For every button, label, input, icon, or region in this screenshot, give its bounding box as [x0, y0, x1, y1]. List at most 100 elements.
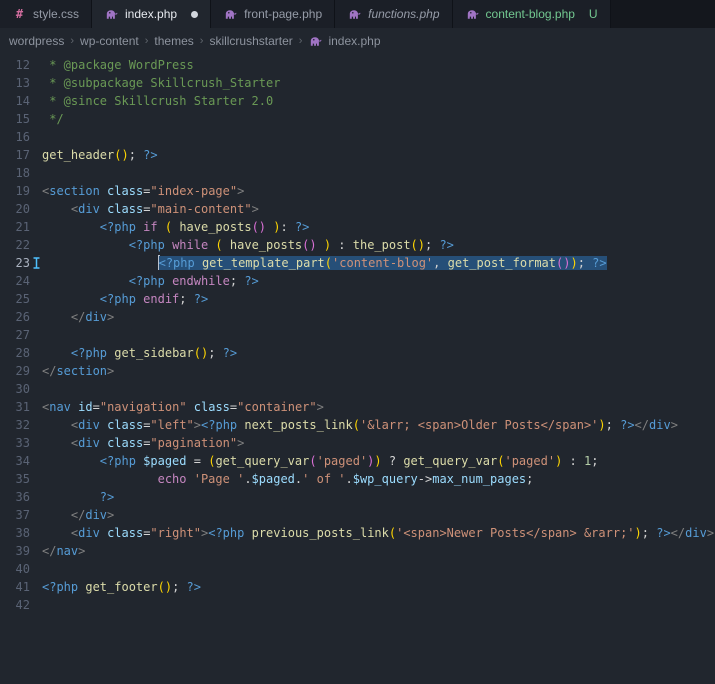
line-number[interactable]: 25 [0, 290, 30, 308]
code-token: "index-page" [150, 184, 238, 198]
line-number[interactable]: 15 [0, 110, 30, 128]
line-number[interactable]: 28 [0, 344, 30, 362]
code-token: ( [215, 238, 223, 252]
code-text: <nav id="navigation" class="container"> [42, 398, 715, 416]
code-token: ) [598, 418, 606, 432]
code-line[interactable]: 22 <?php while ( have_posts() ) : the_po… [0, 236, 715, 254]
line-number[interactable]: 21 [0, 218, 30, 236]
code-line[interactable]: 20 <div class="main-content"> [0, 200, 715, 218]
line-number[interactable]: 29 [0, 362, 30, 380]
code-line[interactable]: 13 * @subpackage Skillcrush_Starter [0, 74, 715, 92]
code-token: > [107, 310, 115, 324]
tab-front-page.php[interactable]: front-page.php [211, 0, 336, 28]
tab-style.css[interactable]: # style.css [0, 0, 93, 28]
selected-text: <?php get_template_part('content-blog', … [158, 256, 607, 270]
code-line[interactable]: 29 </section> [0, 362, 715, 380]
code-line[interactable]: 23 <?php get_template_part('content-blog… [0, 254, 715, 272]
line-number[interactable]: 27 [0, 326, 30, 344]
line-number[interactable]: 32 [0, 416, 30, 434]
code-line[interactable]: 41 <?php get_footer(); ?> [0, 578, 715, 596]
line-number[interactable]: 35 [0, 470, 30, 488]
line-number[interactable]: 12 [0, 56, 30, 74]
gutter [30, 308, 42, 326]
code-line[interactable]: 39 </nav> [0, 542, 715, 560]
code-line[interactable]: 14 * @since Skillcrush Starter 2.0 [0, 92, 715, 110]
code-line[interactable]: 37 </div> [0, 506, 715, 524]
line-number[interactable]: 13 [0, 74, 30, 92]
code-line[interactable]: 15 */ [0, 110, 715, 128]
breadcrumb-item-wp-content[interactable]: wp-content [80, 34, 139, 48]
code-line[interactable]: 40 [0, 560, 715, 578]
line-number[interactable]: 38 [0, 524, 30, 542]
breadcrumb-item-themes[interactable]: themes [154, 34, 193, 48]
line-number[interactable]: 18 [0, 164, 30, 182]
code-line[interactable]: 34 <?php $paged = (get_query_var('paged'… [0, 452, 715, 470]
line-number[interactable]: 40 [0, 560, 30, 578]
code-token: > [316, 400, 324, 414]
tab-content-blog.php[interactable]: content-blog.php U [452, 0, 611, 28]
code-token: = [92, 400, 100, 414]
code-text: <?php endwhile; ?> [42, 272, 715, 290]
code-line[interactable]: 31 <nav id="navigation" class="container"… [0, 398, 715, 416]
code-line[interactable]: 21 <?php if ( have_posts() ): ?> [0, 218, 715, 236]
line-number[interactable]: 26 [0, 308, 30, 326]
line-number[interactable]: 22 [0, 236, 30, 254]
unsaved-dot-icon[interactable] [191, 10, 199, 18]
code-token: > [107, 508, 115, 522]
code-token: <?php [128, 238, 165, 252]
code-editor[interactable]: 12 * @package WordPress 13 * @subpackage … [0, 54, 715, 614]
code-line[interactable]: 26 </div> [0, 308, 715, 326]
code-line[interactable]: 24 <?php endwhile; ?> [0, 272, 715, 290]
code-token: $wp_query [352, 472, 418, 486]
code-line[interactable]: 19 <section class="index-page"> [0, 182, 715, 200]
php-icon [465, 7, 480, 22]
code-line[interactable]: 16 [0, 128, 715, 146]
code-line[interactable]: 32 <div class="left"><?php next_posts_li… [0, 416, 715, 434]
breadcrumb-item-skillcrushstarter[interactable]: skillcrushstarter [209, 34, 292, 48]
line-number[interactable]: 33 [0, 434, 30, 452]
line-number[interactable]: 39 [0, 542, 30, 560]
line-number[interactable]: 23 [0, 254, 30, 272]
line-number[interactable]: 16 [0, 128, 30, 146]
code-line[interactable]: 17 get_header(); ?> [0, 146, 715, 164]
code-line[interactable]: 35 echo 'Page '.$paged.' of '.$wp_query-… [0, 470, 715, 488]
code-line[interactable]: 42 [0, 596, 715, 614]
breadcrumb-item-wordpress[interactable]: wordpress [9, 34, 64, 48]
code-line[interactable]: 12 * @package WordPress [0, 56, 715, 74]
code-line[interactable]: 33 <div class="pagination"> [0, 434, 715, 452]
code-token: ; [591, 454, 599, 468]
line-number[interactable]: 34 [0, 452, 30, 470]
code-line[interactable]: 27 [0, 326, 715, 344]
code-line[interactable]: 25 <?php endif; ?> [0, 290, 715, 308]
code-text: <div class="right"><?php previous_posts_… [42, 524, 715, 542]
code-line[interactable]: 18 [0, 164, 715, 182]
gutter [30, 542, 42, 560]
code-token: </ [70, 508, 86, 522]
tab-label: functions.php [368, 7, 440, 21]
line-number[interactable]: 36 [0, 488, 30, 506]
code-line[interactable]: 30 [0, 380, 715, 398]
tab-functions.php[interactable]: functions.php [335, 0, 453, 28]
line-number[interactable]: 30 [0, 380, 30, 398]
tab-index.php[interactable]: index.php [92, 0, 212, 28]
breadcrumb-item-index.php[interactable]: index.php [308, 34, 381, 49]
line-number[interactable]: 19 [0, 182, 30, 200]
gutter [30, 434, 42, 452]
line-number[interactable]: 37 [0, 506, 30, 524]
line-number[interactable]: 31 [0, 398, 30, 416]
code-line[interactable]: 38 <div class="right"><?php previous_pos… [0, 524, 715, 542]
code-line[interactable]: 36 ?> [0, 488, 715, 506]
line-number[interactable]: 20 [0, 200, 30, 218]
gutter [30, 110, 42, 128]
code-line[interactable]: 28 <?php get_sidebar(); ?> [0, 344, 715, 362]
line-number[interactable]: 17 [0, 146, 30, 164]
code-token: ; [172, 580, 187, 594]
line-number[interactable]: 24 [0, 272, 30, 290]
line-number[interactable]: 14 [0, 92, 30, 110]
code-token: ; [425, 238, 440, 252]
line-number[interactable]: 42 [0, 596, 30, 614]
line-number[interactable]: 41 [0, 578, 30, 596]
